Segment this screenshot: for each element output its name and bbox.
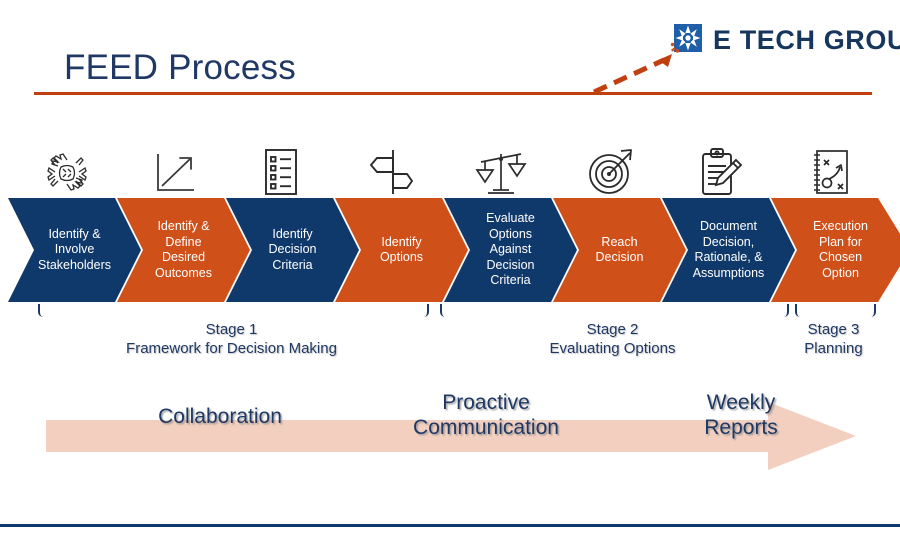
process-step-6-label: Reach Decision (595, 234, 644, 264)
stage-1-name: Stage 1 (205, 321, 258, 338)
band-label-proactive-communication: Proactive Communication (413, 391, 559, 439)
dashed-arrow-icon (592, 52, 682, 101)
title-divider (34, 92, 872, 95)
stage-3-name: Stage 3 (807, 321, 860, 338)
process-chevron-band: Identify & Involve Stakeholders Identify… (0, 198, 900, 302)
clipboard-pencil-icon (690, 142, 752, 198)
process-step-3-label: Identify Decision Criteria (268, 226, 317, 272)
band-label-weekly-reports: Weekly Reports (704, 391, 778, 439)
stage-3-description: Planning (804, 340, 863, 357)
stage-1-description: Framework for Decision Making (126, 340, 337, 357)
growth-chart-icon (143, 142, 205, 198)
footer-divider (0, 524, 900, 527)
target-arrow-icon (580, 142, 642, 198)
stage-1-bracket (38, 304, 429, 317)
checklist-document-icon (250, 142, 312, 198)
etech-starburst-icon (668, 22, 704, 58)
process-step-5-label: Evaluate Options Against Decision Criter… (486, 211, 535, 288)
process-step-2-label: Identify & Define Desired Outcomes (155, 219, 212, 280)
slide-canvas: FEED Process E TECH GROU Identify & Invo… (0, 0, 900, 550)
process-step-8-label: Execution Plan for Chosen Option (813, 219, 868, 280)
process-icon-row (0, 142, 900, 198)
communication-arrow-group: Collaboration Proactive Communication We… (46, 391, 856, 480)
brand-name: E TECH GROUP (713, 24, 900, 55)
balance-scales-icon (470, 142, 532, 198)
process-step-1-label: Identify & Involve Stakeholders (38, 226, 111, 272)
stage-2-bracket (440, 304, 789, 317)
band-label-collaboration: Collaboration (158, 405, 282, 428)
strategy-playbook-icon (800, 142, 862, 198)
stakeholders-hands-icon (36, 142, 98, 198)
stage-2-description: Evaluating Options (549, 340, 676, 357)
signpost-icon (360, 142, 422, 198)
process-step-1[interactable]: Identify & Involve Stakeholders (8, 198, 141, 302)
page-title: FEED Process (64, 48, 296, 87)
stage-group-row: Stage 1 Framework for Decision Making St… (0, 304, 900, 374)
stage-2-name: Stage 2 (586, 321, 639, 338)
brand-logo: E TECH GROUP (668, 22, 900, 58)
process-step-7-label: Document Decision, Rationale, & Assumpti… (692, 219, 765, 280)
stage-3-bracket (795, 304, 876, 317)
process-step-4-label: Identify Options (379, 234, 424, 264)
